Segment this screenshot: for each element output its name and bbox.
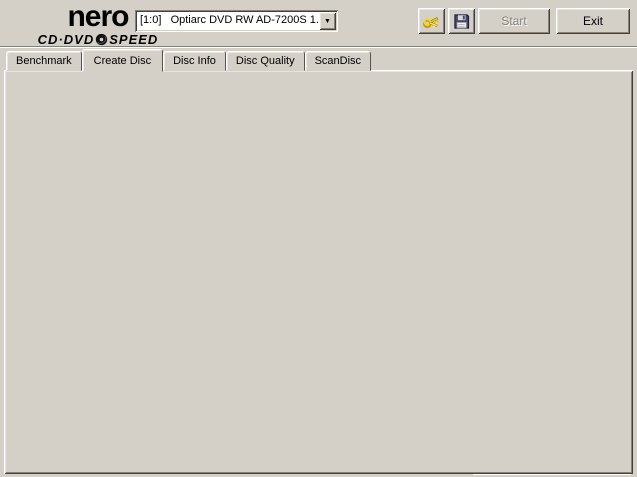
tab-benchmark[interactable]: Benchmark	[6, 51, 82, 71]
drive-select[interactable]: [1:0] Optiarc DVD RW AD-7200S 1.05 ▼	[135, 10, 338, 32]
tab-bar: Benchmark Create Disc Disc Info Disc Qua…	[6, 49, 372, 72]
options-button[interactable]	[418, 8, 445, 34]
tab-scandisc[interactable]: ScanDisc	[304, 51, 372, 71]
logo-cdvdspeed: CD·DVD SPEED	[37, 32, 159, 47]
tab-disc-quality[interactable]: Disc Quality	[225, 51, 305, 71]
header-separator	[0, 46, 637, 48]
chevron-down-icon: ▼	[324, 17, 331, 25]
drive-select-arrow[interactable]: ▼	[319, 12, 336, 30]
tab-page	[4, 70, 633, 474]
save-button[interactable]	[448, 8, 475, 34]
floppy-icon	[452, 12, 471, 31]
disc-icon	[95, 33, 108, 46]
drive-select-value: [1:0] Optiarc DVD RW AD-7200S 1.05	[140, 14, 332, 26]
start-button[interactable]: Start	[478, 8, 550, 34]
exit-button[interactable]: Exit	[556, 8, 630, 34]
keys-icon	[421, 11, 442, 32]
app-window: nero CD·DVD SPEED [1:0] Optiarc DVD RW A…	[0, 0, 637, 477]
tab-create-disc[interactable]: Create Disc	[81, 49, 164, 72]
tab-disc-info[interactable]: Disc Info	[163, 51, 226, 71]
